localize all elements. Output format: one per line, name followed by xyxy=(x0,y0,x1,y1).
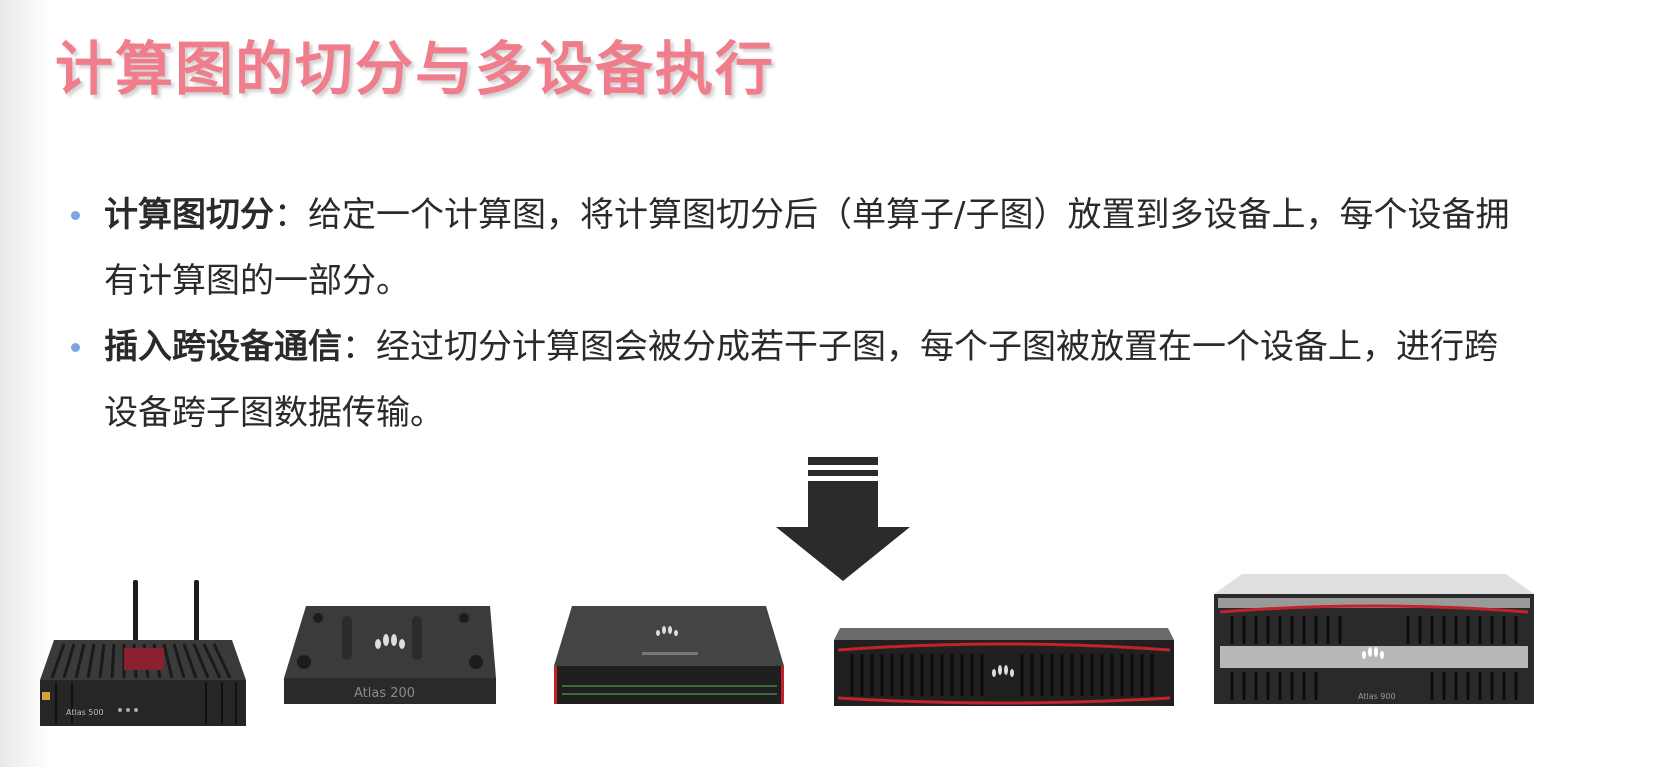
device-atlas-200-image: Atlas 200 xyxy=(282,604,498,708)
bullet-term: 计算图切分 xyxy=(104,195,274,235)
bullet-separator: ： xyxy=(342,327,376,367)
device-atlas-800-image xyxy=(832,626,1176,708)
device-atlas-900-image: Atlas 900 xyxy=(1212,572,1536,706)
bullet-text-line1: 给定一个计算图，将计算图切分后（单算子/子图）放置到多设备上，每个设备拥 xyxy=(308,195,1510,235)
device-label: Atlas 200 xyxy=(354,686,416,701)
bullet-text-line1: 经过切分计算图会被分成若干子图，每个子图被放置在一个设备上，进行跨 xyxy=(376,327,1498,367)
device-atlas-500-image: Atlas 500 xyxy=(36,580,250,750)
bullet-cross-device-comm: 插入跨设备通信：经过切分计算图会被分成若干子图，每个子图被放置在一个设备上，进行… xyxy=(68,314,1628,446)
bullet-dot xyxy=(71,343,80,352)
bullet-graph-partition: 计算图切分：给定一个计算图，将计算图切分后（单算子/子图）放置到多设备上，每个设… xyxy=(68,182,1628,314)
down-arrow-icon xyxy=(776,457,910,585)
bullet-list: 计算图切分：给定一个计算图，将计算图切分后（单算子/子图）放置到多设备上，每个设… xyxy=(68,182,1628,446)
bullet-term: 插入跨设备通信 xyxy=(104,327,342,367)
bullet-text-line2: 设备跨子图数据传输。 xyxy=(104,393,444,433)
bullet-dot xyxy=(71,211,80,220)
device-label: Atlas 900 xyxy=(1358,692,1396,701)
bullet-text-line2: 有计算图的一部分。 xyxy=(104,261,410,301)
device-atlas-300-image xyxy=(552,604,786,706)
bullet-separator: ： xyxy=(274,195,308,235)
device-label: Atlas 500 xyxy=(66,708,104,717)
slide-title: 计算图的切分与多设备执行 xyxy=(55,35,776,103)
